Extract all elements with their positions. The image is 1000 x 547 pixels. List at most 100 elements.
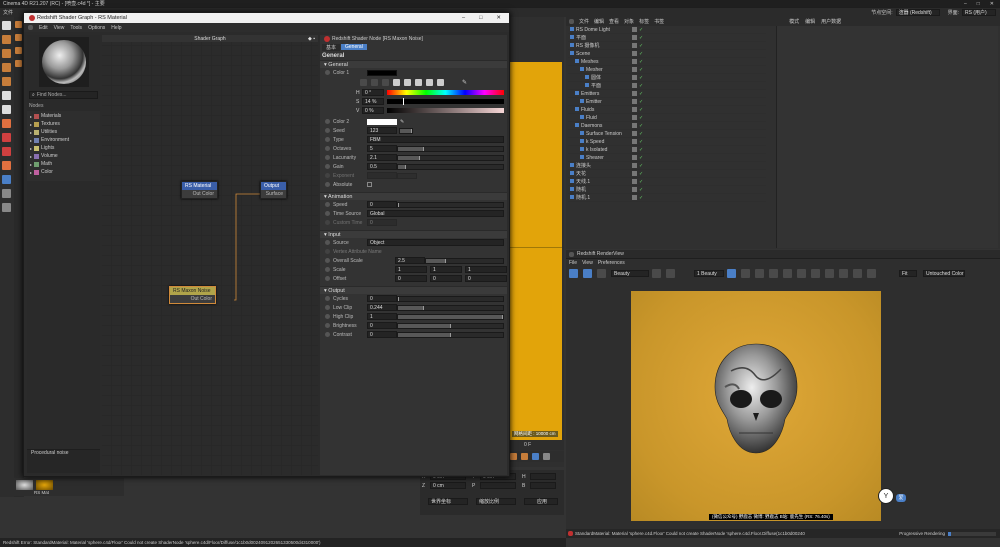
- enabled-check-icon[interactable]: ✓: [639, 58, 643, 66]
- h-field[interactable]: 0 °: [362, 89, 384, 96]
- material-name[interactable]: RS Mat: [34, 490, 49, 495]
- visibility-toggle[interactable]: [632, 155, 637, 160]
- node-rs-material-port[interactable]: Out Color: [182, 190, 217, 198]
- maximize-icon[interactable]: □: [479, 15, 482, 21]
- close-icon[interactable]: ✕: [496, 15, 501, 21]
- high-clip-field[interactable]: 1: [367, 313, 397, 320]
- visibility-toggle[interactable]: [632, 51, 637, 56]
- visibility-toggle[interactable]: [632, 195, 637, 200]
- menu-edit[interactable]: Edit: [39, 25, 48, 31]
- enabled-check-icon[interactable]: ✓: [639, 106, 643, 114]
- keyframe-dot[interactable]: [325, 323, 330, 328]
- coord-p-field[interactable]: [480, 482, 516, 489]
- high-clip-slider[interactable]: [397, 313, 504, 320]
- keyframe-dot[interactable]: [325, 182, 330, 187]
- brightness-field[interactable]: 0: [367, 322, 397, 329]
- hue-slider[interactable]: [387, 90, 504, 95]
- keyframe-dot[interactable]: [325, 314, 330, 319]
- visibility-toggle[interactable]: [632, 147, 637, 152]
- visibility-toggle[interactable]: [632, 163, 637, 168]
- enabled-check-icon[interactable]: ✓: [639, 98, 643, 106]
- render-icon[interactable]: [1, 119, 11, 128]
- beauty-select[interactable]: Beauty: [611, 270, 649, 277]
- low-clip-field[interactable]: 0.244: [367, 304, 397, 311]
- tool-icon[interactable]: [14, 60, 22, 67]
- visibility-toggle[interactable]: [632, 91, 637, 96]
- attr-menu-userdata[interactable]: 用户数据: [821, 18, 841, 25]
- material-swatch[interactable]: [16, 480, 33, 490]
- enabled-check-icon[interactable]: ✓: [639, 90, 643, 98]
- keyframe-dot[interactable]: [325, 296, 330, 301]
- keyframe-dot[interactable]: [325, 305, 330, 310]
- s-field[interactable]: 14 %: [362, 98, 384, 105]
- keyframe-dot[interactable]: [325, 119, 330, 124]
- enabled-check-icon[interactable]: ✓: [639, 170, 643, 178]
- om-menu-tags[interactable]: 标签: [639, 18, 649, 25]
- enabled-check-icon[interactable]: ✓: [639, 186, 643, 194]
- node-maxon-noise[interactable]: RS Maxon Noise Out Color: [169, 286, 216, 304]
- hex-icon[interactable]: [426, 79, 433, 86]
- scale-x-field[interactable]: 1: [395, 266, 427, 273]
- octaves-field[interactable]: 5: [367, 145, 397, 152]
- node-rs-material[interactable]: RS Material Out Color: [181, 181, 218, 199]
- color-wheel-icon[interactable]: [360, 79, 367, 86]
- enabled-check-icon[interactable]: ✓: [639, 162, 643, 170]
- node-maxon-noise-port[interactable]: Out Color: [170, 295, 215, 303]
- color-mode-select[interactable]: Untouched Color: [923, 270, 965, 277]
- om-menu-edit[interactable]: 编辑: [594, 18, 604, 25]
- lacunarity-slider[interactable]: [397, 154, 504, 161]
- layout-select[interactable]: RS (用户): [962, 9, 996, 16]
- crop-icon[interactable]: [666, 269, 675, 278]
- value-slider[interactable]: [387, 108, 504, 113]
- zoom-select[interactable]: Fit: [899, 270, 917, 277]
- eyedropper-icon[interactable]: ✎: [462, 79, 467, 86]
- node-category-item[interactable]: ▸ Color: [27, 168, 100, 176]
- om-menu-view[interactable]: 查看: [609, 18, 619, 25]
- ipr-icon[interactable]: [583, 269, 592, 278]
- om-menu-bookmarks[interactable]: 书签: [654, 18, 664, 25]
- keyframe-dot[interactable]: [325, 137, 330, 142]
- rs-camera-icon[interactable]: [1, 161, 11, 170]
- expand-icon[interactable]: ▸: [30, 170, 32, 175]
- expand-icon[interactable]: ▸: [30, 138, 32, 143]
- image-icon[interactable]: [382, 79, 389, 86]
- record-icon[interactable]: [521, 453, 528, 460]
- tool-icon[interactable]: [839, 269, 848, 278]
- node-output[interactable]: Output Surface: [260, 181, 287, 199]
- grid-menu-icon[interactable]: [28, 25, 33, 30]
- expand-icon[interactable]: ▸: [30, 114, 32, 119]
- tool-icon[interactable]: [14, 47, 22, 54]
- enabled-check-icon[interactable]: ✓: [639, 74, 643, 82]
- visibility-toggle[interactable]: [632, 67, 637, 72]
- minimize-icon[interactable]: –: [462, 15, 465, 21]
- brightness-slider[interactable]: [397, 322, 504, 329]
- overall-scale-field[interactable]: 2.5: [395, 257, 425, 264]
- enabled-check-icon[interactable]: ✓: [639, 34, 643, 42]
- coord-z-field[interactable]: 0 cm: [430, 482, 466, 489]
- visibility-toggle[interactable]: [632, 187, 637, 192]
- tab-general[interactable]: General: [341, 44, 367, 50]
- enabled-check-icon[interactable]: ✓: [639, 178, 643, 186]
- node-category-item[interactable]: ▸ Lights: [27, 144, 100, 152]
- tool-icon[interactable]: [811, 269, 820, 278]
- coord-b-field[interactable]: [530, 482, 556, 489]
- offset-z-field[interactable]: 0: [465, 275, 507, 282]
- menu-tools[interactable]: Tools: [70, 25, 82, 31]
- settings-icon[interactable]: [783, 269, 792, 278]
- rv-menu-preferences[interactable]: Preferences: [598, 260, 625, 266]
- snapshot-icon[interactable]: [652, 269, 661, 278]
- cycles-field[interactable]: 0: [367, 295, 397, 302]
- octaves-slider[interactable]: [397, 145, 504, 152]
- enabled-check-icon[interactable]: ✓: [639, 154, 643, 162]
- grid-menu-icon[interactable]: [569, 251, 574, 257]
- type-select[interactable]: FBM: [367, 136, 504, 143]
- contrast-field[interactable]: 0: [367, 331, 397, 338]
- rs-light-icon[interactable]: [1, 147, 11, 156]
- hsv-icon[interactable]: [404, 79, 411, 86]
- keyframe-dot[interactable]: [325, 258, 330, 263]
- color2-swatch[interactable]: [367, 118, 397, 125]
- circle-icon[interactable]: [797, 269, 806, 278]
- compare-icon[interactable]: [769, 269, 778, 278]
- undo-icon[interactable]: [1, 21, 11, 30]
- tool-icon[interactable]: [14, 21, 22, 28]
